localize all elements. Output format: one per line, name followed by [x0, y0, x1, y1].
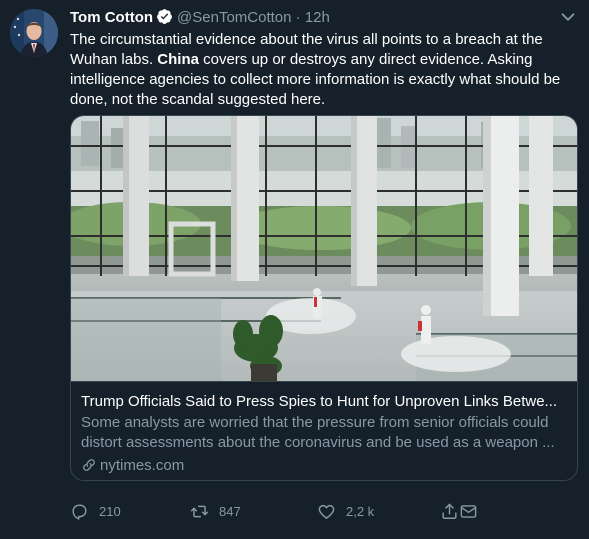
reply-icon: [72, 503, 87, 520]
card-meta[interactable]: Trump Officials Said to Press Spies to H…: [71, 381, 577, 480]
card-description-line2: distort assessments about the coronaviru…: [81, 434, 555, 451]
share-icon: [442, 503, 457, 519]
reply-button[interactable]: 210: [70, 499, 121, 523]
tweet[interactable]: Tom Cotton @SenTomCotton · 12h The circum…: [0, 0, 589, 539]
retweet-count: 847: [219, 503, 241, 519]
tweet-header: Tom Cotton @SenTomCotton · 12h: [70, 8, 579, 28]
card-domain[interactable]: nytimes.com: [81, 456, 184, 476]
card-domain-text: nytimes.com: [100, 457, 185, 474]
avatar[interactable]: [10, 9, 58, 57]
like-button[interactable]: 2,2 k: [317, 499, 374, 523]
chevron-down-icon[interactable]: [557, 6, 579, 28]
share-button[interactable]: [440, 499, 488, 523]
card-image[interactable]: [71, 116, 578, 381]
tweet-text: The circumstantial evidence about the vi…: [70, 30, 582, 110]
author-name[interactable]: Tom Cotton: [70, 9, 153, 26]
tweet-text-bold: China: [157, 51, 199, 68]
bookmark-envelope-icon: [460, 504, 477, 518]
tweet-timestamp[interactable]: 12h: [305, 9, 330, 26]
card-description-line1: Some analysts are worried that the press…: [81, 414, 549, 431]
card-title[interactable]: Trump Officials Said to Press Spies to H…: [81, 392, 571, 412]
retweet-button[interactable]: 847: [190, 499, 241, 523]
author-handle[interactable]: @SenTomCotton: [177, 9, 291, 26]
tweet-actions: 210 847 2,2 k: [70, 499, 490, 523]
heart-icon: [318, 504, 335, 519]
reply-count: 210: [99, 503, 121, 519]
link-icon: [83, 459, 95, 471]
like-count: 2,2 k: [346, 503, 375, 519]
separator-dot: ·: [295, 9, 301, 26]
card-description: Some analysts are worried that the press…: [81, 413, 571, 453]
link-card[interactable]: Trump Officials Said to Press Spies to H…: [70, 115, 578, 481]
verified-badge-icon: [157, 9, 172, 24]
retweet-icon: [190, 505, 209, 517]
